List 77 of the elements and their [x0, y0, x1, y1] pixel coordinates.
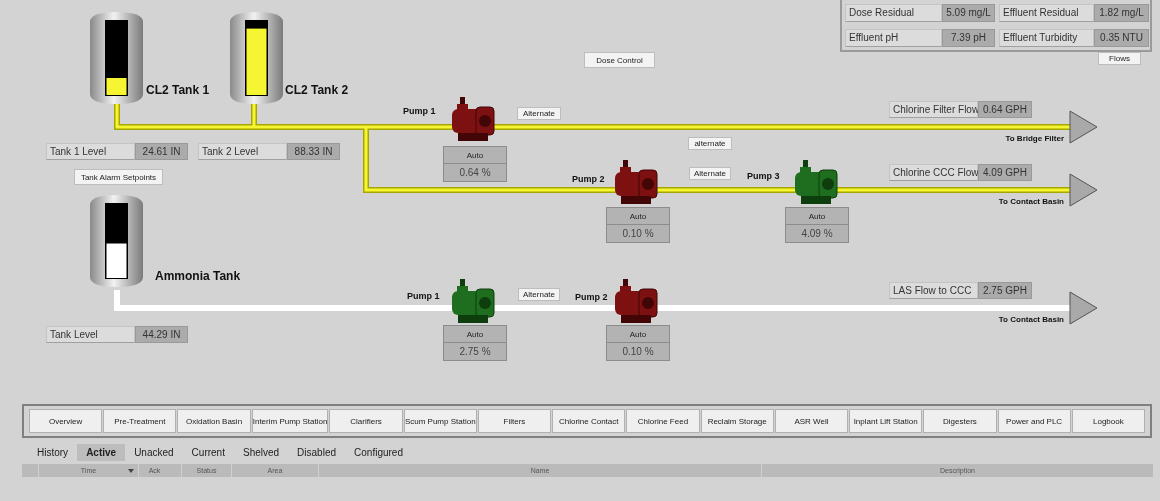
readout-label: Dose Residual	[845, 4, 942, 22]
readout-value: 1.82 mg/L	[1094, 4, 1149, 22]
readout-value: 5.09 mg/L	[942, 4, 995, 22]
mode-button[interactable]: Auto	[443, 146, 507, 164]
action-button[interactable]: Alternate	[517, 107, 561, 120]
nav-button[interactable]: Pre-Treatment	[103, 409, 177, 433]
alarm-tab[interactable]: Active	[77, 444, 126, 461]
readout-label: Tank 2 Level	[198, 143, 287, 160]
outlet-arrow	[1069, 173, 1098, 207]
rate-value: 2.75 %	[443, 343, 507, 361]
action-button[interactable]: Tank Alarm Setpoints	[74, 169, 163, 185]
alarm-tab[interactable]: Current	[182, 444, 234, 461]
mode-button[interactable]: Auto	[606, 325, 670, 343]
pump-icon[interactable]	[613, 160, 659, 206]
action-button[interactable]: Flows	[1098, 52, 1141, 65]
pump-icon[interactable]	[450, 97, 496, 143]
destination-label: To Contact Basin	[998, 197, 1064, 206]
nav-button[interactable]: Chlorine Contact	[552, 409, 626, 433]
tank-label: CL2 Tank 1	[146, 83, 210, 97]
nav-button[interactable]: Power and PLC	[997, 409, 1071, 433]
rate-value: 4.09 %	[785, 225, 849, 243]
nav-button[interactable]: Chlorine Feed	[626, 409, 700, 433]
alarm-tab[interactable]: Configured	[345, 444, 412, 461]
destination-label: To Bridge Filter	[1005, 134, 1064, 143]
pump-label: Pump 3	[747, 171, 780, 181]
action-button[interactable]: alternate	[688, 137, 732, 150]
readout-value: 2.75 GPH	[978, 282, 1032, 299]
rate-value: 0.10 %	[606, 225, 670, 243]
nav-button[interactable]: Inplant Lift Station	[849, 409, 923, 433]
readout-label: Effluent Turbidity	[999, 29, 1094, 47]
readout-value: 0.35 NTU	[1094, 29, 1149, 47]
pump-icon[interactable]	[793, 160, 839, 206]
pump-icon[interactable]	[450, 279, 496, 325]
rate-value: 0.64 %	[443, 164, 507, 182]
nav-button[interactable]: Digesters	[923, 409, 997, 433]
nav-button[interactable]: Scum Pump Station	[403, 409, 477, 433]
readout-label: Tank 1 Level	[46, 143, 135, 160]
readout-value: 4.09 GPH	[978, 164, 1032, 181]
nav-button[interactable]: Reclaim Storage	[700, 409, 774, 433]
alarm-tab[interactable]: Shelved	[233, 444, 289, 461]
readout-value: 0.64 GPH	[978, 101, 1032, 118]
nav-button[interactable]: Logbook	[1071, 409, 1145, 433]
readout-label: Tank Level	[46, 326, 135, 343]
nav-button[interactable]: Overview	[29, 409, 103, 433]
alarm-tab[interactable]: History	[28, 444, 78, 461]
nav-button[interactable]: Filters	[477, 409, 552, 433]
readout-value: 88.33 IN	[287, 143, 340, 160]
mode-button[interactable]: Auto	[606, 207, 670, 225]
action-button[interactable]: Alternate	[518, 288, 560, 301]
nav-button[interactable]: Clarifiers	[329, 409, 403, 433]
pump-icon[interactable]	[613, 279, 659, 325]
nav-button[interactable]: Oxidation Basin	[177, 409, 251, 433]
destination-label: To Contact Basin	[998, 315, 1064, 324]
readout-label: Effluent pH	[845, 29, 942, 47]
action-button[interactable]: Dose Control	[584, 52, 655, 68]
outlet-arrow	[1069, 291, 1098, 325]
outlet-arrow	[1069, 110, 1098, 144]
readout-label: Effluent Residual	[999, 4, 1094, 22]
nav-button[interactable]: Interim Pump Station	[251, 409, 329, 433]
readout-value: 44.29 IN	[135, 326, 188, 343]
mode-button[interactable]: Auto	[785, 207, 849, 225]
tank-label: CL2 Tank 2	[285, 83, 349, 97]
alarm-tab[interactable]: Disabled	[288, 444, 346, 461]
nav-button[interactable]: ASR Well	[774, 409, 849, 433]
readout-value: 7.39 pH	[942, 29, 995, 47]
rate-value: 0.10 %	[606, 343, 670, 361]
pump-label: Pump 2	[572, 174, 605, 184]
tank-label: Ammonia Tank	[155, 269, 241, 283]
pump-label: Pump 1	[407, 291, 440, 301]
readout-label: LAS Flow to CCC	[889, 282, 978, 299]
readout-label: Chlorine CCC Flow	[889, 164, 978, 181]
readout-value: 24.61 IN	[135, 143, 188, 160]
pump-label: Pump 1	[403, 106, 436, 116]
action-button[interactable]: Alternate	[689, 167, 731, 180]
mode-button[interactable]: Auto	[443, 325, 507, 343]
pump-label: Pump 2	[575, 292, 608, 302]
alarm-tab[interactable]: Unacked	[125, 444, 183, 461]
